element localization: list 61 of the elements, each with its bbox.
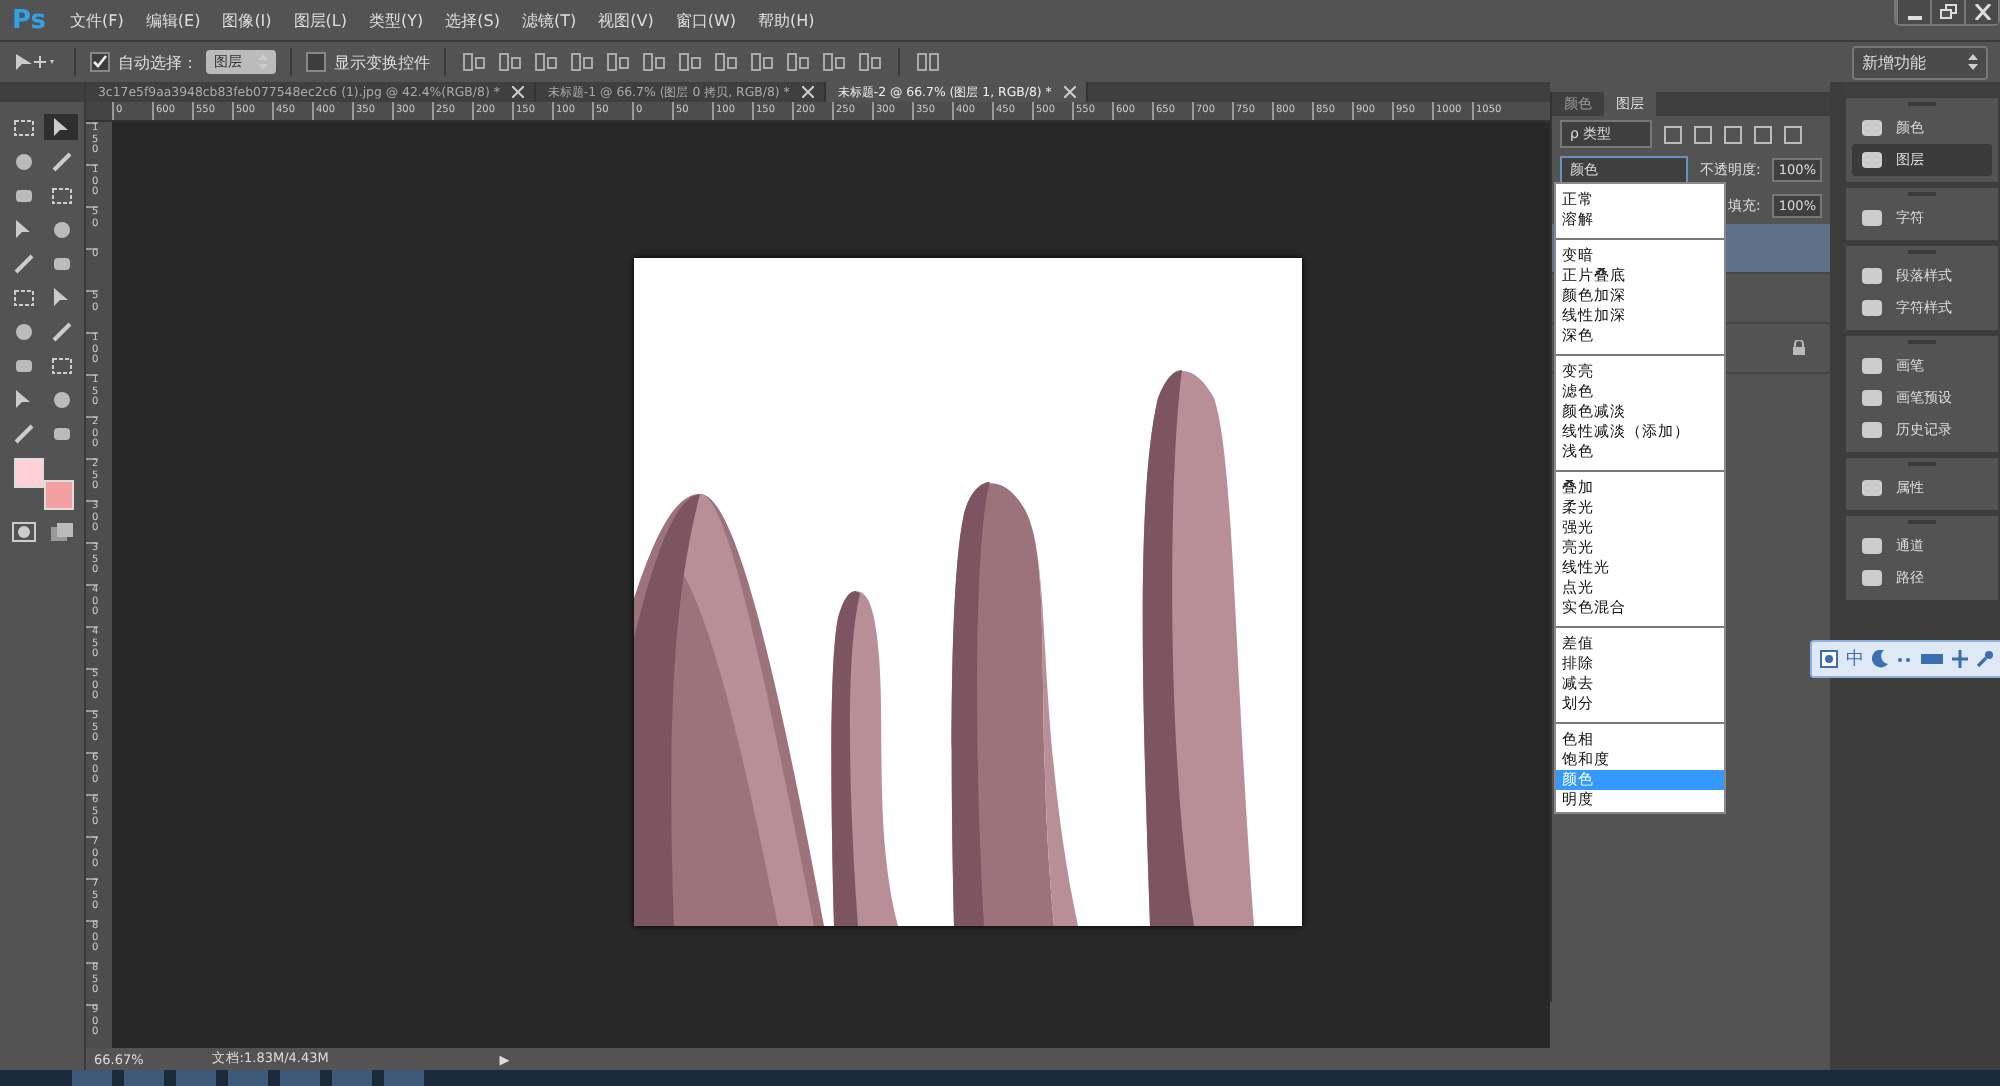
menu-item[interactable]: 选择(S)	[445, 9, 500, 31]
transform-controls-checkbox[interactable]	[306, 52, 326, 72]
menu-item[interactable]: 滤镜(T)	[521, 9, 577, 31]
menu-item[interactable]: 图像(I)	[222, 9, 272, 31]
panel-icon	[1860, 150, 1884, 170]
checkmark-icon	[92, 54, 108, 70]
tool-icon[interactable]	[44, 114, 78, 140]
foreground-color-swatch[interactable]	[14, 458, 44, 488]
align-icon[interactable]	[750, 52, 774, 72]
close-icon[interactable]	[1063, 86, 1076, 98]
ime-mode-toggle[interactable]: 中	[1846, 646, 1864, 672]
moon-icon[interactable]	[1872, 650, 1888, 668]
align-icon[interactable]	[606, 52, 630, 72]
distribute-icon[interactable]	[916, 52, 940, 72]
menu-item[interactable]: 视图(V)	[598, 9, 654, 31]
align-icon[interactable]	[570, 52, 594, 72]
panel-icon	[1860, 266, 1884, 286]
menu-item[interactable]: 文件(F)	[70, 9, 124, 31]
align-icon[interactable]	[822, 52, 846, 72]
align-icon[interactable]	[786, 52, 810, 72]
panel-icon	[1860, 568, 1884, 588]
keyboard-icon[interactable]	[1920, 650, 1944, 668]
menu-item[interactable]: 图层(L)	[293, 9, 347, 31]
workspace-dropdown[interactable]: 新增功能	[1852, 45, 1988, 79]
menu-item[interactable]: 帮助(H)	[757, 9, 815, 31]
align-icon[interactable]	[498, 52, 522, 72]
wrench-icon[interactable]	[1976, 650, 1994, 668]
panel-icon	[1860, 420, 1884, 440]
restore-button[interactable]	[1930, 0, 1964, 24]
close-icon[interactable]	[801, 86, 814, 98]
panel-icon	[1860, 208, 1884, 228]
panel-icon	[1860, 298, 1884, 318]
panel-icon	[1860, 356, 1884, 376]
menu-item[interactable]: 编辑(E)	[145, 9, 201, 31]
menu-item[interactable]: 窗口(W)	[675, 9, 736, 31]
background-color-swatch[interactable]	[44, 480, 74, 510]
quick-mask-icon[interactable]	[11, 522, 35, 542]
lock-icon	[1792, 340, 1806, 356]
screen-mode-icon[interactable]	[49, 522, 73, 542]
menu-item[interactable]: 类型(Y)	[369, 9, 424, 31]
align-icon[interactable]	[678, 52, 702, 72]
panel-icon	[1860, 536, 1884, 556]
align-icon[interactable]	[714, 52, 738, 72]
move-tool-icon[interactable]	[12, 50, 56, 74]
close-icon[interactable]	[511, 86, 524, 98]
align-icon[interactable]	[642, 52, 666, 72]
align-icon[interactable]	[858, 52, 882, 72]
minimize-button[interactable]	[1896, 0, 1930, 24]
close-button[interactable]	[1964, 0, 1998, 24]
auto-select-checkbox[interactable]	[90, 52, 110, 72]
panel-icon	[1860, 388, 1884, 408]
auto-select-label: 自动选择：	[118, 51, 198, 73]
close-icon	[1973, 4, 1991, 20]
panel-icon	[1860, 478, 1884, 498]
panel-icon	[1860, 118, 1884, 138]
align-icon[interactable]	[534, 52, 558, 72]
ime-logo-icon[interactable]	[1820, 650, 1838, 668]
updown-arrow-icon	[1968, 54, 1978, 70]
align-icon[interactable]	[462, 52, 486, 72]
transform-controls-label: 显示变换控件	[334, 51, 430, 73]
restore-icon	[1939, 4, 1957, 20]
